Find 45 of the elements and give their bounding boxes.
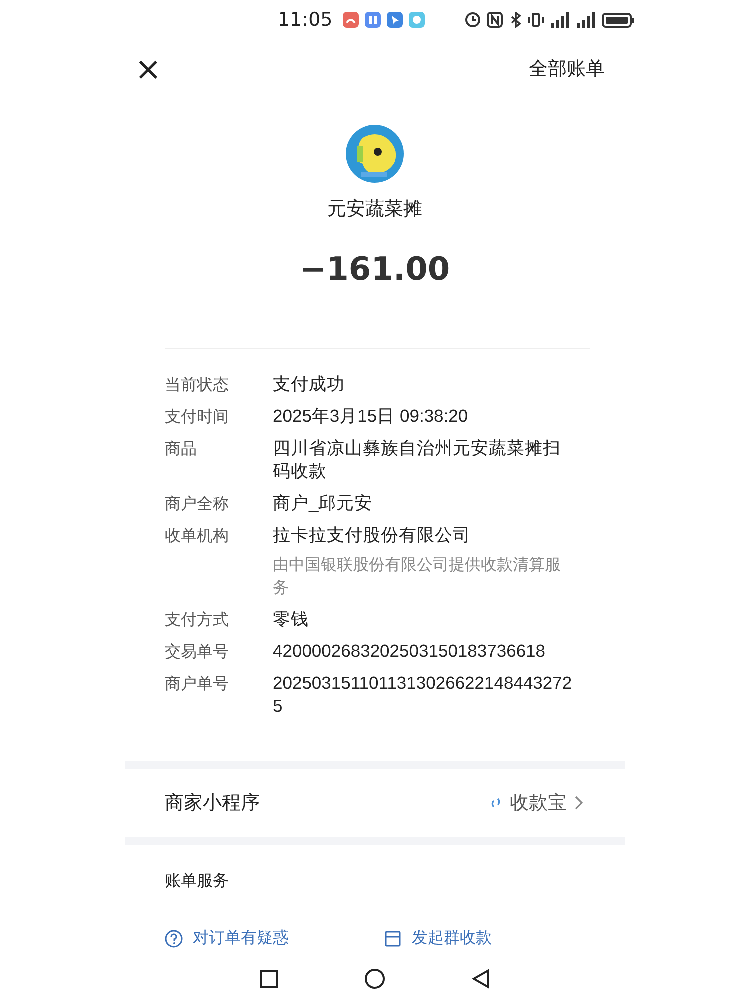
detail-value: 2025年3月15日 09:38:20 [273,405,470,428]
notification-icon [408,12,425,28]
bill-service-link[interactable]: 发起群收款 [384,928,492,949]
detail-value: 支付成功 [273,373,346,396]
bill-service-link[interactable]: 对订单有疑惑 [165,928,289,949]
back-icon[interactable] [471,969,491,989]
close-button[interactable]: × [135,53,162,85]
detail-label: 商户全称 [165,493,230,515]
payment-amount: −161.00 [300,250,450,288]
signal-icon [550,12,570,28]
detail-label: 支付时间 [165,406,230,428]
chevron-right-icon [573,795,585,811]
vibrate-icon [528,12,544,28]
nfc-icon [486,12,503,28]
signal-icon [576,12,596,28]
detail-label: 商户单号 [165,673,230,695]
receipt-icon [384,930,402,948]
all-bills-link[interactable]: 全部账单 [529,56,605,82]
battery-icon [602,12,634,28]
detail-value: 拉卡拉支付股份有限公司 [273,524,472,547]
notification-icon [364,12,381,28]
mini-program-link[interactable]: 收款宝 [488,790,585,816]
section-title: 账单服务 [165,871,230,892]
alarm-icon [464,12,481,28]
detail-label: 当前状态 [165,374,230,396]
detail-value: 商户_邱元安 [273,492,374,515]
detail-label: 收单机构 [165,525,230,547]
notification-icon [386,12,403,28]
detail-label: 交易单号 [165,641,230,663]
merchant-name: 元安蔬菜摊 [328,197,422,222]
section-title: 商家小程序 [165,791,260,816]
merchant-avatar-icon [345,124,405,184]
detail-value: 20250315110113130266221484432725 [273,672,573,718]
question-icon [165,930,183,948]
home-icon[interactable] [364,968,386,990]
detail-value: 零钱 [273,608,310,631]
detail-value: 四川省凉山彝族自治州元安蔬菜摊扫码收款 [273,437,562,483]
detail-label: 支付方式 [165,609,230,631]
detail-label: 商品 [165,438,198,460]
bluetooth-icon [508,12,522,28]
notification-icon [342,12,359,28]
recent-apps-icon[interactable] [259,969,279,989]
detail-note: 由中国银联股份有限公司提供收款清算服务 [273,554,562,599]
status-time: 11:05 [278,9,333,31]
detail-value: 4200002683202503150183736618 [273,640,547,663]
